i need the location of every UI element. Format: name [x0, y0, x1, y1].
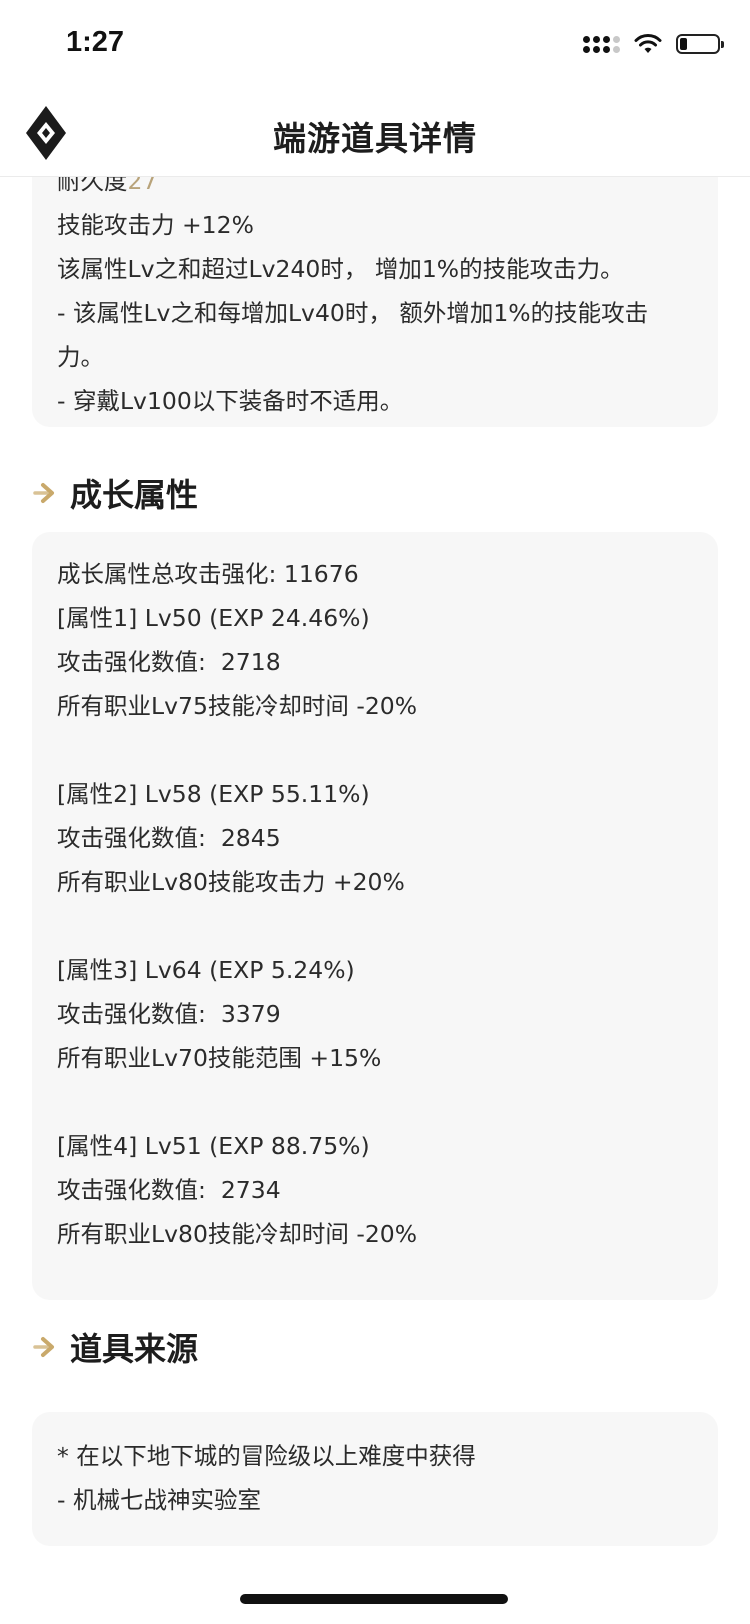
growth-attributes-card: 成长属性总攻击强化: 11676 [属性1] Lv50 (EXP 24.46%)… — [32, 532, 718, 1300]
attribute-header: [属性4] Lv51 (EXP 88.75%) — [57, 1132, 370, 1160]
source-section-title: 道具来源 — [70, 1330, 199, 1368]
page-title: 端游道具详情 — [273, 119, 477, 158]
attribute-value: 攻击强化数值: 2734 — [57, 1176, 281, 1204]
effect-line: 力。 — [57, 343, 104, 371]
attribute-value: 攻击强化数值: 2718 — [57, 648, 281, 676]
home-indicator[interactable] — [240, 1594, 508, 1604]
attribute-effect: 所有职业Lv75技能冷却时间 -20% — [57, 692, 418, 720]
wifi-icon — [634, 34, 662, 53]
item-source-card: * 在以下地下城的冒险级以上难度中获得 - 机械七战神实验室 — [32, 1412, 718, 1546]
effect-line: - 该属性Lv之和每增加Lv40时， 额外增加1%的技能攻击 — [57, 299, 649, 327]
battery-icon — [676, 34, 724, 54]
arrow-chevron-icon — [33, 1337, 54, 1357]
nav-bar: 端游道具详情 — [0, 90, 750, 177]
attribute-effect: 所有职业Lv80技能攻击力 +20% — [57, 868, 405, 896]
attribute-effect: 所有职业Lv80技能冷却时间 -20% — [57, 1220, 418, 1248]
status-icons — [583, 30, 724, 58]
attribute-header: [属性3] Lv64 (EXP 5.24%) — [57, 956, 355, 984]
attribute-header: [属性1] Lv50 (EXP 24.46%) — [57, 604, 370, 632]
status-time: 1:27 — [66, 26, 125, 58]
source-line: - 机械七战神实验室 — [57, 1486, 261, 1514]
growth-section-header: 成长属性 — [32, 468, 198, 518]
effect-line: 技能攻击力 +12% — [57, 211, 254, 239]
battery-level — [680, 38, 688, 50]
cellular-signal-icon — [583, 35, 620, 53]
status-bar: 1:27 — [0, 0, 750, 90]
effect-line: 该属性Lv之和超过Lv240时， 增加1%的技能攻击力。 — [57, 255, 624, 283]
effect-line: - 穿戴Lv100以下装备时不适用。 — [57, 387, 404, 415]
growth-total: 成长属性总攻击强化: 11676 — [57, 560, 359, 588]
item-effects-card: 耐久度27 技能攻击力 +12% 该属性Lv之和超过Lv240时， 增加1%的技… — [32, 141, 718, 427]
attribute-effect: 所有职业Lv70技能范围 +15% — [57, 1044, 382, 1072]
attribute-header: [属性2] Lv58 (EXP 55.11%) — [57, 780, 370, 808]
source-section-header: 道具来源 — [32, 1322, 198, 1372]
growth-section-title: 成长属性 — [70, 476, 199, 514]
attribute-value: 攻击强化数值: 2845 — [57, 824, 281, 852]
attribute-value: 攻击强化数值: 3379 — [57, 1000, 281, 1028]
arrow-chevron-icon — [33, 483, 54, 503]
source-line: * 在以下地下城的冒险级以上难度中获得 — [57, 1442, 476, 1470]
